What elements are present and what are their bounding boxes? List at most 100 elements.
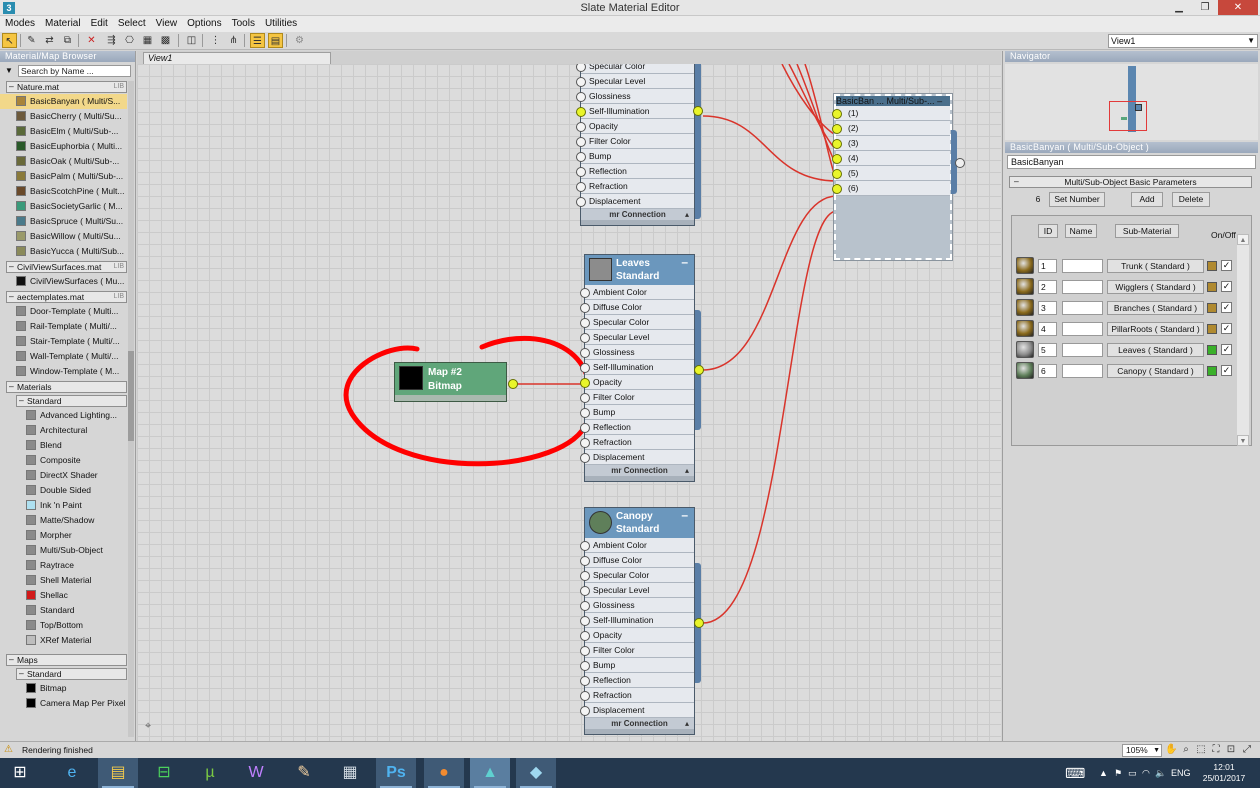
- input-slot[interactable]: Displacement: [576, 194, 694, 209]
- node-multi-sub[interactable]: BasicBan ... Multi/Sub-... – (1) (2) (3) (4…: [832, 93, 965, 261]
- list-item[interactable]: Ink 'n Paint: [0, 498, 127, 513]
- list-item[interactable]: Shellac: [0, 588, 127, 603]
- zoom-region-icon[interactable]: ⬚: [1195, 744, 1207, 756]
- rollout-basic-params[interactable]: Multi/Sub-Object Basic Parameters: [1009, 176, 1252, 188]
- input-slot[interactable]: Reflection: [580, 673, 694, 688]
- name-field[interactable]: [1062, 301, 1103, 315]
- material-ball-icon[interactable]: [1016, 362, 1034, 379]
- input-slot[interactable]: Reflection: [576, 164, 694, 179]
- minimize-button[interactable]: ▁: [1166, 0, 1192, 15]
- input-slot[interactable]: Specular Color: [576, 64, 694, 74]
- id-field[interactable]: 6: [1038, 364, 1057, 378]
- restore-button[interactable]: ❐: [1192, 0, 1218, 15]
- color-swatch[interactable]: [1207, 345, 1217, 355]
- enable-checkbox[interactable]: ✓: [1221, 302, 1232, 313]
- input-slot[interactable]: Refraction: [580, 688, 694, 703]
- select-tool-icon[interactable]: ↖: [2, 33, 17, 48]
- browser-scrollbar[interactable]: [128, 81, 134, 737]
- count-field[interactable]: 6: [1027, 193, 1049, 206]
- list-item[interactable]: Window-Template ( M...: [0, 364, 127, 379]
- input-slot[interactable]: Specular Level: [576, 74, 694, 89]
- zoom-selected-icon[interactable]: ⊡: [1225, 744, 1237, 756]
- list-item[interactable]: BasicYucca ( Multi/Sub...: [0, 244, 127, 259]
- list-item[interactable]: Standard: [0, 603, 127, 618]
- node-canopy[interactable]: Canopy Standard – Ambient Color Diffuse C…: [580, 507, 704, 735]
- list-item[interactable]: DirectX Shader: [0, 468, 127, 483]
- zoom-extents-icon[interactable]: ⛶: [1210, 744, 1222, 756]
- group-civil[interactable]: CivilViewSurfaces.mat LIB: [6, 261, 127, 273]
- delete-icon[interactable]: ✕: [84, 33, 99, 48]
- sub-material-slot[interactable]: (1): [832, 106, 950, 121]
- list-item[interactable]: BasicCherry ( Multi/Su...: [0, 109, 127, 124]
- material-ball-icon[interactable]: [1016, 341, 1034, 358]
- list-item[interactable]: XRef Material: [0, 633, 127, 648]
- sort-by-name-button[interactable]: Name: [1065, 224, 1097, 238]
- move-children-icon[interactable]: ⇶: [104, 33, 119, 48]
- pan-hand-icon[interactable]: ✋: [1165, 744, 1177, 756]
- enable-checkbox[interactable]: ✓: [1221, 344, 1232, 355]
- show-background-icon[interactable]: ▦: [140, 33, 155, 48]
- list-item[interactable]: Matte/Shadow: [0, 513, 127, 528]
- menu-modes[interactable]: Modes: [0, 16, 40, 32]
- input-slot[interactable]: Ambient Color: [580, 285, 694, 300]
- list-item[interactable]: Composite: [0, 453, 127, 468]
- list-item[interactable]: Rail-Template ( Multi/...: [0, 319, 127, 334]
- sub-material-button[interactable]: Trunk ( Standard ): [1107, 259, 1204, 273]
- list-item[interactable]: Double Sided: [0, 483, 127, 498]
- list-item[interactable]: BasicSpruce ( Multi/Su...: [0, 214, 127, 229]
- material-ball-icon[interactable]: [1016, 299, 1034, 316]
- output-port[interactable]: [693, 106, 703, 116]
- sub-material-slot[interactable]: (4): [832, 151, 950, 166]
- name-field[interactable]: [1062, 364, 1103, 378]
- subgroup-standard[interactable]: Standard: [16, 395, 127, 407]
- input-slot[interactable]: Refraction: [576, 179, 694, 194]
- list-item[interactable]: CivilViewSurfaces ( Mu...: [0, 274, 127, 289]
- color-swatch[interactable]: [1207, 366, 1217, 376]
- paint-icon[interactable]: ✎: [284, 758, 324, 788]
- input-language[interactable]: ENG: [1171, 758, 1191, 788]
- tray-expand-icon[interactable]: ▲: [1099, 758, 1108, 788]
- input-slot[interactable]: Diffuse Color: [580, 300, 694, 315]
- input-slot[interactable]: Diffuse Color: [580, 553, 694, 568]
- input-slot[interactable]: Specular Color: [580, 568, 694, 583]
- sub-material-button[interactable]: PillarRoots ( Standard ): [1107, 322, 1204, 336]
- menu-options[interactable]: Options: [182, 16, 226, 32]
- material-name-field[interactable]: BasicBanyan: [1007, 155, 1256, 169]
- mr-connection[interactable]: mr Connection ▴: [585, 718, 694, 729]
- sub-material-slot[interactable]: (2): [832, 121, 950, 136]
- input-slot[interactable]: Reflection: [580, 420, 694, 435]
- 3dsmax-icon[interactable]: ▲: [470, 758, 510, 788]
- enable-checkbox[interactable]: ✓: [1221, 365, 1232, 376]
- scroll-up-icon[interactable]: ▲: [1237, 234, 1249, 245]
- node-bitmap[interactable]: Map #2 Bitmap: [394, 362, 518, 402]
- layout-vertical-icon[interactable]: ⋮: [208, 33, 223, 48]
- list-item[interactable]: BasicPalm ( Multi/Sub-...: [0, 169, 127, 184]
- menu-edit[interactable]: Edit: [86, 16, 113, 32]
- material-ball-icon[interactable]: [1016, 320, 1034, 337]
- sub-material-slot[interactable]: (3): [832, 136, 950, 151]
- name-field[interactable]: [1062, 259, 1103, 273]
- sub-material-scrollbar[interactable]: ▲ ▼: [1237, 234, 1249, 446]
- list-item[interactable]: BasicSocietyGarlic ( M...: [0, 199, 127, 214]
- list-item[interactable]: Door-Template ( Multi...: [0, 304, 127, 319]
- input-slot[interactable]: Self-Illumination: [580, 360, 694, 375]
- group-maps[interactable]: Maps: [6, 654, 127, 666]
- input-slot[interactable]: Filter Color: [580, 390, 694, 405]
- list-item[interactable]: BasicEuphorbia ( Multi...: [0, 139, 127, 154]
- minimize-icon[interactable]: –: [937, 96, 942, 106]
- keyboard-icon[interactable]: ⌨: [1065, 758, 1085, 788]
- menu-material[interactable]: Material: [40, 16, 86, 32]
- close-button[interactable]: ✕: [1218, 0, 1258, 15]
- search-input[interactable]: Search by Name ...: [18, 65, 131, 77]
- media-player-icon[interactable]: W: [236, 758, 276, 788]
- list-item[interactable]: Stair-Template ( Multi/...: [0, 334, 127, 349]
- browser-icon[interactable]: e: [52, 758, 92, 788]
- input-slot[interactable]: Opacity: [580, 628, 694, 643]
- id-field[interactable]: 3: [1038, 301, 1057, 315]
- color-swatch[interactable]: [1207, 282, 1217, 292]
- enable-checkbox[interactable]: ✓: [1221, 323, 1232, 334]
- enable-checkbox[interactable]: ✓: [1221, 260, 1232, 271]
- material-browser-icon[interactable]: ☰: [250, 33, 265, 48]
- delete-button[interactable]: Delete: [1172, 192, 1210, 207]
- list-item[interactable]: Camera Map Per Pixel: [0, 696, 127, 711]
